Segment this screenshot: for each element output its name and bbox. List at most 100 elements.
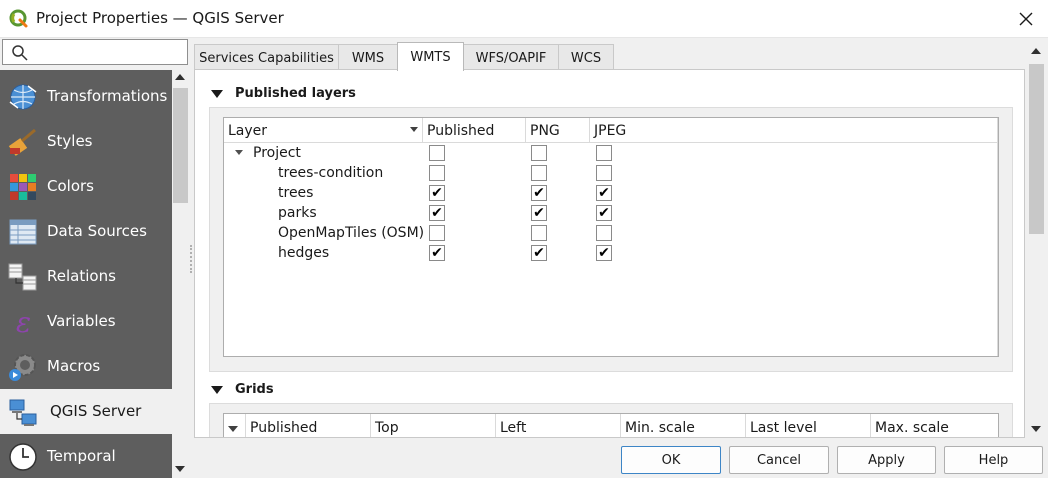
sidebar-item-qgis-server[interactable]: QGIS Server [0, 389, 172, 434]
jpeg-checkbox[interactable] [596, 165, 612, 181]
png-checkbox[interactable] [531, 145, 547, 161]
sidebar-item-relations[interactable]: Relations [0, 254, 172, 299]
collapse-triangle-icon [211, 89, 223, 98]
paintbrush-icon [8, 128, 36, 156]
sidebar-item-data-sources[interactable]: Data Sources [0, 209, 172, 254]
window-title: Project Properties — QGIS Server [36, 9, 284, 27]
table-row[interactable]: OpenMapTiles (OSM) [224, 224, 998, 244]
png-checkbox[interactable] [531, 225, 547, 241]
column-header-png[interactable]: PNG [526, 118, 590, 142]
scroll-up-arrow-icon[interactable] [175, 74, 185, 80]
tab-wfs-oapif[interactable]: WFS/OAPIF [463, 44, 559, 71]
png-checkbox[interactable]: ✔ [531, 205, 547, 221]
sidebar-item-label: Transformations [47, 87, 168, 105]
published-checkbox[interactable]: ✔ [429, 185, 445, 201]
svg-text:ε: ε [16, 307, 31, 337]
layer-name: parks [278, 205, 317, 221]
column-header-published[interactable]: Published [246, 414, 371, 437]
help-button[interactable]: Help [944, 446, 1043, 474]
color-grid-icon [10, 174, 36, 200]
published-layers-group: Layer Published PNG JPEG Project trees-c… [209, 107, 1013, 372]
sidebar-item-transformations[interactable]: Transformations [0, 74, 172, 119]
header-label: Layer [228, 123, 268, 139]
close-button[interactable] [1013, 6, 1039, 32]
tree-header: Layer Published PNG JPEG [224, 118, 998, 143]
sidebar-item-label: Relations [47, 267, 116, 285]
column-header-min-scale[interactable]: Min. scale [621, 414, 746, 437]
scroll-thumb[interactable] [1029, 64, 1044, 234]
sidebar: Transformations Styles Colors Data Sourc… [0, 38, 190, 478]
tab-wms[interactable]: WMS [338, 44, 398, 71]
table-row[interactable]: hedges ✔ ✔ ✔ [224, 244, 998, 264]
section-title: Published layers [235, 86, 356, 101]
column-header-last-level[interactable]: Last level [746, 414, 871, 437]
grids-header[interactable]: Grids [211, 382, 274, 397]
expand-triangle-icon[interactable] [235, 150, 243, 155]
sidebar-scrollbar[interactable] [172, 70, 189, 478]
sidebar-item-label: Macros [47, 357, 101, 375]
png-checkbox[interactable] [531, 165, 547, 181]
scroll-thumb[interactable] [173, 88, 188, 203]
nav-list: Transformations Styles Colors Data Sourc… [0, 70, 172, 478]
apply-button[interactable]: Apply [837, 446, 936, 474]
column-header-layer[interactable]: Layer [224, 118, 423, 142]
data-table-icon [9, 219, 37, 245]
relations-icon [8, 263, 37, 291]
png-checkbox[interactable]: ✔ [531, 245, 547, 261]
png-checkbox[interactable]: ✔ [531, 185, 547, 201]
collapse-triangle-icon [211, 385, 223, 394]
scroll-down-arrow-icon[interactable] [1031, 426, 1041, 432]
splitter-handle[interactable] [190, 245, 192, 273]
sidebar-item-styles[interactable]: Styles [0, 119, 172, 164]
table-row[interactable]: parks ✔ ✔ ✔ [224, 204, 998, 224]
sidebar-item-macros[interactable]: Macros [0, 344, 172, 389]
epsilon-icon: ε [16, 307, 31, 337]
jpeg-checkbox[interactable]: ✔ [596, 185, 612, 201]
column-header-top[interactable]: Top [371, 414, 496, 437]
jpeg-checkbox[interactable] [596, 225, 612, 241]
qgis-icon [9, 9, 28, 28]
layer-name: hedges [278, 245, 330, 261]
content-scrollbar[interactable] [1028, 42, 1045, 438]
title-bar: Project Properties — QGIS Server [0, 0, 1048, 38]
jpeg-checkbox[interactable]: ✔ [596, 245, 612, 261]
published-checkbox[interactable]: ✔ [429, 205, 445, 221]
tab-services-capabilities[interactable]: Services Capabilities [194, 44, 339, 71]
jpeg-checkbox[interactable]: ✔ [596, 205, 612, 221]
scroll-down-arrow-icon[interactable] [175, 466, 185, 472]
grid-select-column[interactable] [224, 414, 246, 437]
scroll-up-arrow-icon[interactable] [1031, 48, 1041, 54]
sidebar-item-temporal[interactable]: Temporal [0, 434, 172, 478]
column-header-published[interactable]: Published [423, 118, 526, 142]
table-row[interactable]: trees ✔ ✔ ✔ [224, 184, 998, 204]
column-header-jpeg[interactable]: JPEG [590, 118, 998, 142]
published-checkbox[interactable]: ✔ [429, 245, 445, 261]
published-layers-header[interactable]: Published layers [211, 86, 356, 101]
published-checkbox[interactable] [429, 225, 445, 241]
column-header-max-scale[interactable]: Max. scale [871, 414, 998, 437]
sidebar-item-variables[interactable]: ε Variables [0, 299, 172, 344]
server-icon [9, 399, 37, 426]
grids-group: Published Top Left Min. scale Last level… [209, 403, 1013, 437]
column-header-left[interactable]: Left [496, 414, 621, 437]
sidebar-item-colors[interactable]: Colors [0, 164, 172, 209]
cancel-button[interactable]: Cancel [729, 446, 829, 474]
chevron-down-icon [228, 426, 238, 432]
search-input[interactable] [33, 42, 183, 62]
sidebar-item-label: QGIS Server [50, 402, 142, 420]
published-checkbox[interactable] [429, 165, 445, 181]
ok-button[interactable]: OK [621, 446, 721, 474]
sidebar-item-label: Variables [47, 312, 116, 330]
table-row[interactable]: trees-condition [224, 164, 998, 184]
wmts-panel: Published layers Layer Published PNG JPE… [194, 69, 1025, 438]
tab-wmts[interactable]: WMTS [397, 42, 464, 71]
published-checkbox[interactable] [429, 145, 445, 161]
layer-name: Project [253, 145, 301, 161]
search-box [2, 39, 188, 65]
section-title: Grids [235, 382, 274, 397]
tab-wcs[interactable]: WCS [558, 44, 614, 71]
table-row[interactable]: Project [224, 144, 998, 164]
grids-table: Published Top Left Min. scale Last level… [223, 413, 999, 437]
search-icon [12, 45, 28, 61]
jpeg-checkbox[interactable] [596, 145, 612, 161]
